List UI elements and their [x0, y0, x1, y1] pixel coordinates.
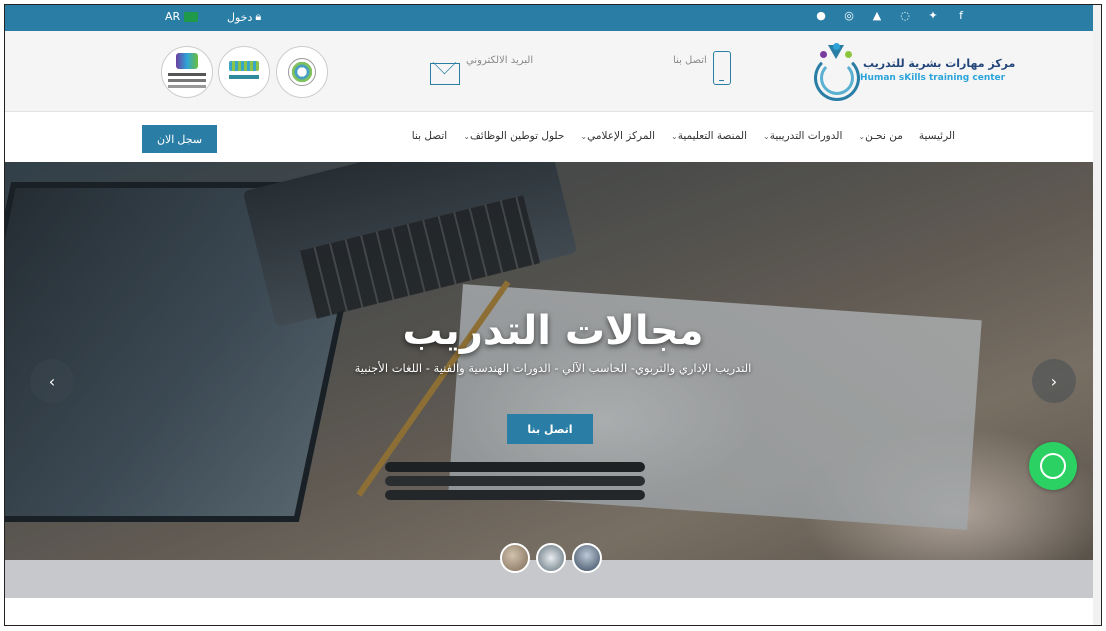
slider-next-arrow-icon[interactable]: › — [1032, 359, 1076, 403]
brand-name-arabic: مركز مهارات بشرية للتدريب — [863, 57, 1016, 70]
mobile-phone-icon — [712, 51, 731, 85]
nav-item-label: حلول توطين الوظائف — [469, 130, 565, 142]
login-label: دخول — [227, 10, 253, 24]
instagram-icon[interactable]: ◎ — [842, 9, 856, 22]
logo-dot — [833, 43, 840, 50]
phone-contact[interactable]: اتصل بنا — [673, 51, 731, 85]
login-link[interactable]: دخول 🔒︎ — [227, 10, 261, 24]
saudi-flag-icon — [184, 11, 199, 22]
nav-item-label: من نحـن — [865, 130, 903, 142]
slider-prev-arrow-icon[interactable]: ‹ — [30, 359, 74, 403]
nav-item-home[interactable]: الرئيسية — [919, 130, 955, 142]
chevron-down-icon: ⌄ — [463, 132, 470, 141]
partner-logo-mark — [176, 53, 198, 69]
slide-thumbnail[interactable] — [536, 543, 566, 573]
top-bar: AR دخول 🔒︎ ● ◎ ▲ ◌ ✦ f — [5, 5, 1101, 31]
register-now-button[interactable]: سجل الان — [142, 125, 217, 153]
hero-slider: مجالات التدريب التدريب الإداري والتربوي-… — [5, 162, 1101, 560]
nav-item-label: الدورات التدريبية — [769, 130, 843, 142]
main-nav: الرئيسية من نحـن⌄ الدورات التدريبية⌄ الم… — [5, 112, 1101, 162]
nav-item-about[interactable]: من نحـن⌄ — [858, 130, 902, 142]
lock-icon: 🔒︎ — [255, 10, 262, 23]
nav-item-courses[interactable]: الدورات التدريبية⌄ — [763, 130, 842, 142]
language-label: AR — [165, 10, 181, 23]
email-contact[interactable]: البريد الالكتروني — [430, 51, 533, 85]
partner-logo-mark — [229, 61, 259, 71]
partner-logo-national-elearning[interactable] — [161, 46, 213, 98]
logo-dot — [845, 51, 852, 58]
page-scrollbar[interactable] — [1093, 5, 1101, 625]
slide-thumbnail[interactable] — [572, 543, 602, 573]
nav-item-contact[interactable]: اتصل بنا — [412, 130, 448, 142]
chevron-down-icon: ⌄ — [763, 132, 770, 141]
partner-logo-text-lines — [168, 73, 206, 76]
nav-item-platform[interactable]: المنصة التعليمية⌄ — [671, 130, 747, 142]
nav-menu: الرئيسية من نحـن⌄ الدورات التدريبية⌄ الم… — [412, 130, 955, 142]
linkedin-icon[interactable]: ● — [814, 9, 828, 22]
logo-dot — [820, 51, 827, 58]
partner-logo-ministry-education[interactable] — [218, 46, 270, 98]
hero-subtitle: التدريب الإداري والتربوي- الحاسب الآلي -… — [354, 361, 752, 375]
facebook-icon[interactable]: f — [954, 9, 968, 22]
brand-name-english: Human sKills training center — [860, 73, 1006, 83]
nav-item-label: المنصة التعليمية — [677, 130, 748, 142]
logo-arc — [820, 61, 854, 95]
partner-logo-tvtc[interactable] — [276, 46, 328, 98]
partner-logo-text-bar — [229, 75, 259, 79]
envelope-icon — [430, 63, 460, 85]
site-header: البريد الالكتروني اتصل بنا مركز مهارات ب… — [5, 31, 1101, 112]
hero-title: مجالات التدريب — [402, 308, 704, 354]
youtube-icon[interactable]: ▲ — [870, 9, 884, 22]
partner-logo-mark — [288, 58, 316, 86]
site-logo[interactable]: مركز مهارات بشرية للتدريب Human sKills t… — [808, 41, 1015, 101]
email-label: البريد الالكتروني — [466, 55, 534, 66]
twitter-icon[interactable]: ✦ — [926, 9, 940, 22]
slider-thumbnails — [500, 543, 602, 573]
hero-contact-button[interactable]: اتصل بنا — [507, 414, 593, 444]
social-links: ● ◎ ▲ ◌ ✦ f — [814, 9, 968, 22]
chevron-down-icon: ⌄ — [671, 132, 678, 141]
logo-mark-icon — [810, 43, 860, 101]
phone-label: اتصل بنا — [673, 55, 707, 66]
browser-viewport: AR دخول 🔒︎ ● ◎ ▲ ◌ ✦ f البريد الالكتروني… — [4, 4, 1102, 626]
nav-item-label: اتصل بنا — [411, 130, 448, 142]
slide-thumbnail[interactable] — [500, 543, 530, 573]
nav-item-label: الرئيسية — [918, 130, 955, 142]
nav-item-label: المركز الإعلامي — [587, 130, 656, 142]
language-switch[interactable]: AR — [165, 10, 199, 23]
whatsapp-chat-icon[interactable] — [1029, 442, 1077, 490]
nav-item-localization[interactable]: حلول توطين الوظائف⌄ — [463, 130, 564, 142]
nav-item-media[interactable]: المركز الإعلامي⌄ — [580, 130, 655, 142]
whatsapp-icon[interactable]: ◌ — [898, 9, 912, 22]
